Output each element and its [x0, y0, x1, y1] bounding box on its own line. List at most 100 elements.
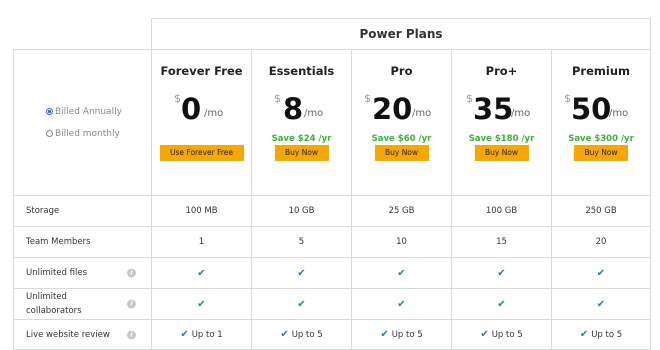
feature-value: ✔ Up to 5	[251, 319, 351, 350]
check-icon: ✔	[596, 298, 606, 310]
feature-value: ✔	[151, 257, 251, 288]
feature-value-text: Up to 5	[391, 329, 423, 340]
plan-pro: Pro $ 20 /mo Save $60 /yr Buy Now	[351, 49, 451, 195]
use-forever-free-button[interactable]: Use Forever Free	[159, 145, 244, 161]
price-period: /mo	[412, 108, 432, 119]
radio-icon[interactable]	[46, 130, 53, 137]
plan-forever-free: Forever Free $ 0 /mo Use Forever Free	[151, 49, 251, 195]
save-text: Save $24 /yr	[271, 134, 332, 144]
radio-icon[interactable]	[46, 108, 53, 115]
plan-name: Pro	[390, 64, 413, 78]
feature-label-storage: Storage	[13, 195, 151, 226]
pricing-table: Power Plans Billed Annually Billed month…	[0, 0, 660, 350]
check-icon: ✔	[397, 298, 406, 310]
feature-value: ✔	[451, 257, 551, 288]
plan-name: Essentials	[268, 64, 335, 78]
price-amount: 20	[372, 92, 413, 126]
check-icon: ✔	[197, 267, 206, 279]
price-period: /mo	[204, 108, 224, 119]
feature-value: 250 GB	[551, 195, 651, 226]
buy-now-button[interactable]: Buy Now	[374, 145, 429, 161]
check-icon: ✔	[579, 329, 589, 340]
feature-value: ✔ Up to 5	[451, 319, 551, 350]
feature-value: ✔	[451, 288, 551, 319]
feature-value: 100 MB	[151, 195, 251, 226]
price: $ 50 /mo	[552, 92, 650, 126]
check-icon: ✔	[280, 329, 289, 340]
billing-toggle: Billed Annually Billed monthly	[13, 49, 151, 195]
feature-value: ✔	[151, 288, 251, 319]
save-text: Save $60 /yr	[371, 134, 432, 144]
check-icon: ✔	[497, 267, 506, 279]
billed-annually-label: Billed Annually	[55, 106, 122, 117]
billed-monthly-option[interactable]: Billed monthly	[46, 129, 151, 139]
feature-label: Live website review	[26, 329, 110, 340]
feature-label-unlimited-files: Unlimited files i	[13, 257, 151, 288]
feature-value: 100 GB	[451, 195, 551, 226]
check-icon: ✔	[380, 329, 389, 340]
price-amount: 8	[283, 92, 304, 126]
price-period: /mo	[511, 108, 531, 119]
check-icon: ✔	[197, 298, 206, 310]
feature-value: 20	[551, 226, 651, 257]
plan-name: Premium	[572, 64, 630, 78]
feature-value: ✔ Up to 5	[551, 319, 651, 350]
info-icon[interactable]: i	[127, 330, 136, 339]
feature-label-line-2: collaborators	[26, 306, 82, 316]
feature-value: ✔	[551, 257, 651, 288]
check-icon: ✔	[180, 329, 189, 340]
price-amount: 50	[571, 92, 612, 126]
power-plans-header: Power Plans	[151, 18, 651, 49]
feature-value: ✔	[351, 288, 451, 319]
plan-name: Forever Free	[160, 64, 243, 78]
price: $ 8 /mo	[252, 92, 351, 126]
feature-label: Storage	[26, 206, 60, 216]
price: $ 0 /mo	[152, 92, 251, 126]
power-plans-title: Power Plans	[359, 27, 443, 41]
buy-now-button[interactable]: Buy Now	[474, 145, 529, 161]
check-icon: ✔	[497, 298, 506, 310]
feature-label-team-members: Team Members	[13, 226, 151, 257]
plan-pro-plus: Pro+ $ 35 /mo Save $180 /yr Buy Now	[451, 49, 551, 195]
plan-essentials: Essentials $ 8 /mo Save $24 /yr Buy Now	[251, 49, 351, 195]
save-text: Save $300 /yr	[568, 134, 634, 144]
currency-symbol: $	[274, 92, 281, 105]
feature-value-text: Up to 5	[591, 329, 623, 340]
check-icon: ✔	[297, 298, 306, 310]
feature-value: 1	[151, 226, 251, 257]
feature-value: 25 GB	[351, 195, 451, 226]
price-period: /mo	[304, 108, 324, 119]
feature-value: ✔	[251, 288, 351, 319]
feature-value-text: Up to 5	[291, 329, 323, 340]
feature-value: 15	[451, 226, 551, 257]
feature-value: ✔	[251, 257, 351, 288]
info-icon[interactable]: i	[127, 299, 136, 309]
feature-value-text: Up to 1	[191, 329, 223, 340]
feature-value: ✔ Up to 1	[151, 319, 251, 350]
price: $ 35 /mo	[452, 92, 551, 126]
feature-label-unlimited-collaborators: Unlimited collaborators i	[13, 288, 151, 319]
feature-value-text: Up to 5	[491, 329, 523, 340]
feature-label-live-website-review: Live website review i	[13, 319, 151, 350]
billed-annually-option[interactable]: Billed Annually	[46, 107, 151, 117]
info-icon[interactable]: i	[127, 268, 136, 278]
buy-now-button[interactable]: Buy Now	[274, 145, 329, 161]
check-icon: ✔	[596, 267, 606, 279]
feature-label-line-1: Unlimited	[26, 292, 67, 302]
currency-symbol: $	[564, 92, 571, 105]
plan-premium: Premium $ 50 /mo Save $300 /yr Buy Now	[551, 49, 651, 195]
buy-now-button[interactable]: Buy Now	[574, 145, 628, 161]
feature-value: 5	[251, 226, 351, 257]
feature-value: 10	[351, 226, 451, 257]
currency-symbol: $	[174, 92, 181, 105]
currency-symbol: $	[466, 92, 473, 105]
check-icon: ✔	[480, 329, 489, 340]
feature-value: 10 GB	[251, 195, 351, 226]
currency-symbol: $	[364, 92, 371, 105]
price-amount: 35	[473, 92, 514, 126]
check-icon: ✔	[297, 267, 306, 279]
feature-value: ✔	[351, 257, 451, 288]
check-icon: ✔	[397, 267, 406, 279]
feature-label: Unlimited files	[26, 268, 88, 278]
price: $ 20 /mo	[352, 92, 451, 126]
